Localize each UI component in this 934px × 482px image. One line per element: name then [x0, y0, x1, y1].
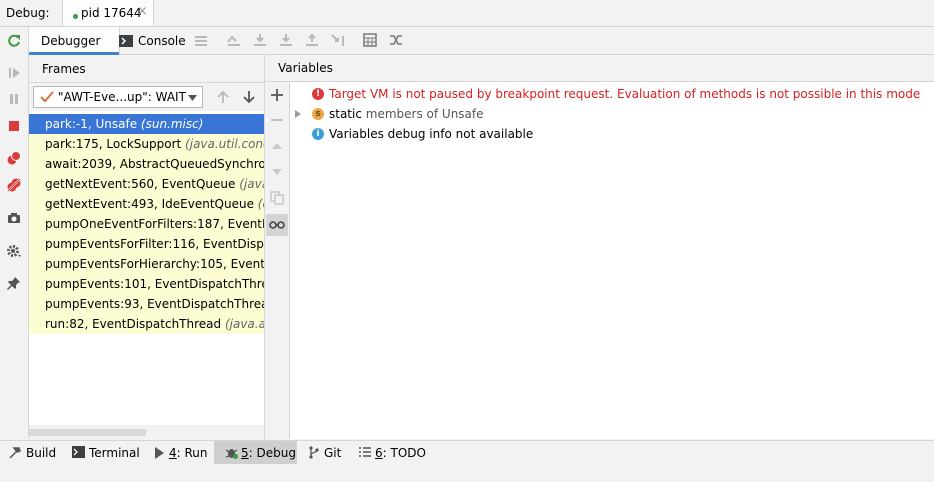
- pause-icon[interactable]: [4, 89, 24, 109]
- bottom-tab-build[interactable]: Build: [0, 441, 60, 464]
- bottom-tab-label: Build: [26, 446, 57, 460]
- info-icon: i: [312, 128, 324, 140]
- build-hammer-icon: [9, 447, 21, 459]
- static-keyword: static: [329, 107, 362, 121]
- tab-debugger-label: Debugger: [41, 34, 101, 48]
- trace-current-stream-icon[interactable]: [386, 30, 406, 50]
- running-status-dot: [73, 14, 78, 19]
- frames-horizontal-scrollbar[interactable]: [29, 425, 264, 439]
- stop-icon[interactable]: [4, 116, 24, 136]
- bottom-tab-terminal[interactable]: Terminal: [66, 441, 142, 464]
- bottom-tab-todo[interactable]: 6: TODO: [354, 441, 428, 464]
- bottom-tool-window-bar: Build Terminal 4: Run 5: Debug Git 6: TO…: [0, 440, 934, 464]
- bottom-tab-label: Git: [324, 446, 342, 460]
- session-close-icon[interactable]: ×: [137, 4, 148, 19]
- frames-title: Frames: [42, 62, 86, 76]
- bottom-tab-mnemonic: 5: [241, 446, 249, 460]
- evaluate-expression-icon[interactable]: [360, 30, 380, 50]
- git-branch-icon: [308, 446, 320, 459]
- bottom-tab-label: : TODO: [382, 446, 426, 460]
- terminal-icon: [72, 446, 85, 458]
- frames-toolbar: "AWT-Eve...up": WAIT: [29, 83, 264, 111]
- frame-row[interactable]: pumpEventsForFilter:116, EventDispatchTh…: [29, 234, 264, 254]
- mute-breakpoints-icon[interactable]: [4, 175, 24, 195]
- bottom-tab-run[interactable]: 4: Run: [148, 441, 210, 464]
- step-out-icon[interactable]: [302, 30, 322, 50]
- show-watches-glasses-icon[interactable]: [266, 214, 288, 236]
- frame-row[interactable]: run:82, EventDispatchThread (java.awt): [29, 314, 264, 334]
- move-watch-down-icon[interactable]: [267, 162, 287, 182]
- thread-select[interactable]: "AWT-Eve...up": WAIT: [33, 86, 203, 108]
- debug-window-label: Debug:: [6, 6, 50, 20]
- frames-panel: Frames "AWT-Eve...up": WAIT park:-1, Uns…: [29, 55, 265, 439]
- bottom-tab-label: : Run: [176, 446, 208, 460]
- variables-panel: ! Target VM is not paused by breakpoint …: [290, 82, 934, 439]
- frame-row[interactable]: pumpEvents:93, EventDispatchThread (java…: [29, 294, 264, 314]
- settings-gear-icon[interactable]: [4, 241, 24, 261]
- duplicate-watch-icon[interactable]: [267, 188, 287, 208]
- frame-row[interactable]: park:-1, Unsafe (sun.misc): [29, 114, 264, 134]
- variables-side-toolbar: [265, 82, 290, 439]
- variables-title: Variables: [278, 61, 333, 75]
- todo-list-icon: [359, 447, 371, 458]
- info-message-text: Variables debug info not available: [329, 127, 534, 141]
- tab-console-label: Console: [138, 34, 186, 48]
- static-members-text: members of Unsafe: [361, 107, 484, 121]
- error-icon: !: [312, 88, 324, 100]
- frame-row[interactable]: pumpOneEventForFilters:187, EventDispatc…: [29, 214, 264, 234]
- frame-row[interactable]: pumpEventsForHierarchy:105, EventDispatc…: [29, 254, 264, 274]
- frame-row[interactable]: getNextEvent:560, EventQueue (java.awt): [29, 174, 264, 194]
- run-triangle-icon: [154, 447, 164, 459]
- run-to-cursor-icon[interactable]: [328, 30, 348, 50]
- debugger-header-row: Debugger Console: [29, 27, 934, 55]
- camera-icon[interactable]: [4, 208, 24, 228]
- resume-icon[interactable]: [4, 63, 24, 83]
- scrollbar-thumb[interactable]: [29, 429, 146, 436]
- session-tab[interactable]: pid 17644 ×: [62, 0, 154, 26]
- frame-row[interactable]: pumpEvents:101, EventDispatchThread (jav…: [29, 274, 264, 294]
- error-message-text: Target VM is not paused by breakpoint re…: [329, 87, 921, 101]
- static-field-icon: s: [312, 108, 324, 120]
- new-watch-plus-icon[interactable]: [267, 85, 287, 105]
- check-icon: [40, 91, 54, 103]
- bottom-tab-debug[interactable]: 5: Debug: [214, 441, 297, 464]
- next-frame-down-icon[interactable]: [239, 87, 259, 107]
- bottom-tab-label: Terminal: [89, 446, 140, 460]
- step-over-icon[interactable]: [250, 30, 270, 50]
- frame-row[interactable]: getNextEvent:493, IdeEventQueue (com.int…: [29, 194, 264, 214]
- bottom-tab-label: : Debug: [248, 446, 296, 460]
- view-breakpoints-icon[interactable]: [4, 148, 24, 168]
- layout-menu-icon[interactable]: [191, 30, 211, 50]
- chevron-down-icon: [188, 95, 197, 101]
- rerun-icon[interactable]: [4, 31, 24, 51]
- remove-watch-minus-icon[interactable]: [267, 110, 287, 130]
- pin-icon[interactable]: [4, 273, 24, 293]
- bottom-tab-mnemonic: 6: [375, 446, 383, 460]
- step-into-icon[interactable]: [276, 30, 296, 50]
- console-icon: [119, 34, 133, 48]
- previous-frame-up-icon[interactable]: [213, 87, 233, 107]
- bottom-tab-git[interactable]: Git: [303, 441, 349, 464]
- session-tab-name: pid 17644: [81, 6, 142, 20]
- left-debug-toolbar: [0, 27, 29, 439]
- debug-bug-icon: [225, 446, 238, 459]
- move-watch-up-icon[interactable]: [267, 136, 287, 156]
- variables-header: Variables: [265, 55, 934, 82]
- frame-row[interactable]: await:2039, AbstractQueuedSynchronizer$C…: [29, 154, 264, 174]
- expand-arrow-icon[interactable]: [295, 110, 301, 118]
- tab-debugger[interactable]: Debugger: [29, 27, 120, 55]
- show-execution-point-icon[interactable]: [224, 30, 244, 50]
- bottom-tab-mnemonic: 4: [169, 446, 177, 460]
- frame-row[interactable]: park:175, LockSupport (java.util.concurr…: [29, 134, 264, 154]
- frames-header: Frames: [29, 55, 264, 83]
- frames-list: park:-1, Unsafe (sun.misc) park:175, Loc…: [29, 113, 264, 423]
- thread-select-value: "AWT-Eve...up": WAIT: [58, 90, 186, 104]
